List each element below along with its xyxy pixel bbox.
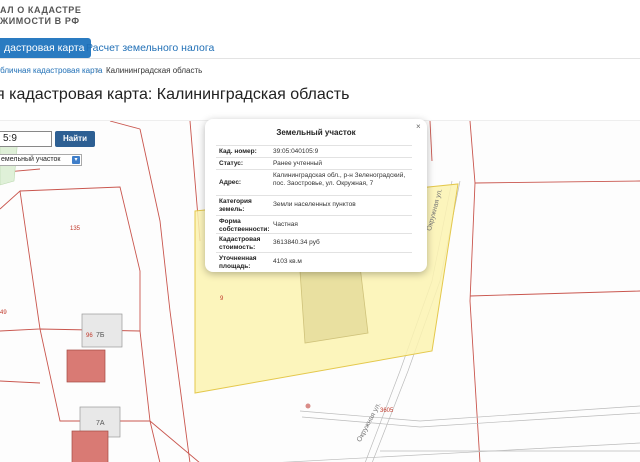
popup-title: Земельный участок	[276, 128, 356, 137]
cadastral-number-search-input[interactable]: 5:9	[0, 131, 52, 147]
breadcrumb-separator-icon: ›	[96, 65, 99, 75]
info-key: Кадастровая стоимость:	[219, 236, 261, 251]
info-value: 3613840.34 руб	[273, 239, 320, 246]
brand-title-line-2[interactable]: ЖИМОСТИ В РФ	[0, 16, 80, 26]
info-key: Категория земель:	[219, 198, 252, 213]
nav-divider	[0, 58, 640, 59]
info-value: 39:05:040105:9	[273, 148, 319, 155]
nav-tab-land-tax[interactable]: Расчет земельного налога	[86, 38, 214, 58]
info-key: Уточненная площадь:	[219, 255, 257, 270]
object-type-select[interactable]: емельный участок ▾	[0, 154, 82, 166]
lot-label-9: 9	[220, 296, 224, 302]
parcel-135-boundary	[19, 186, 141, 331]
info-row-area: Уточненная площадь: 4103 кв.м	[216, 252, 412, 272]
breadcrumb-link[interactable]: убличная кадастровая карта	[0, 66, 102, 75]
info-key: Статус:	[219, 160, 244, 167]
lot-label-7a: 7А	[96, 420, 105, 427]
lot-label-3605: 3605	[380, 408, 394, 414]
site-header: АЛ О КАДАСТРЕ ЖИМОСТИ В РФ	[0, 0, 640, 36]
page-title: я кадастровая карта: Калининградская обл…	[0, 86, 350, 103]
search-button[interactable]: Найти	[55, 131, 95, 147]
nav-tab-cadastral-map[interactable]: дастровая карта	[0, 38, 92, 58]
chevron-down-icon[interactable]: ▾	[72, 156, 80, 164]
info-value: Калининградская обл., р-н Зеленоградский…	[273, 172, 406, 187]
info-key: Кад. номер:	[219, 148, 257, 155]
breadcrumb-current: Калининградская область	[106, 66, 203, 75]
info-row-address: Адрес: Калининградская обл., р-н Зеленог…	[216, 169, 412, 195]
info-row-land-category: Категория земель: Земли населенных пункт…	[216, 195, 412, 215]
lot-label-49: 49	[0, 310, 7, 316]
info-value: Ранее учтенный	[273, 160, 322, 167]
building-footprint	[299, 265, 369, 344]
info-row-cadastral-number: Кад. номер: 39:05:040105:9	[216, 145, 412, 157]
main-nav: дастровая карта Расчет земельного налога	[0, 38, 640, 60]
house-7a-building	[71, 430, 109, 462]
lot-label-96: 96	[86, 333, 93, 339]
info-key: Форма собственности:	[219, 218, 270, 233]
info-value: Частная	[273, 221, 298, 228]
parcel-info-popup: Земельный участок × Кад. номер: 39:05:04…	[205, 119, 427, 272]
info-row-ownership: Форма собственности: Частная	[216, 215, 412, 233]
info-row-status: Статус: Ранее учтенный	[216, 157, 412, 169]
info-value: Земли населенных пунктов	[273, 201, 356, 208]
lot-label-135: 135	[70, 226, 81, 232]
object-type-value: емельный участок	[1, 156, 61, 163]
house-7b-outline	[81, 313, 123, 348]
info-key: Адрес:	[219, 179, 242, 186]
info-value: 4103 кв.м	[273, 258, 302, 265]
lot-label-7b: 7Б	[96, 332, 105, 339]
brand-title-line-1[interactable]: АЛ О КАДАСТРЕ	[0, 5, 82, 15]
point-marker	[305, 403, 311, 409]
house-7b-building	[66, 349, 106, 383]
close-icon[interactable]: ×	[416, 122, 421, 131]
info-row-cadastral-value: Кадастровая стоимость: 3613840.34 руб	[216, 233, 412, 252]
